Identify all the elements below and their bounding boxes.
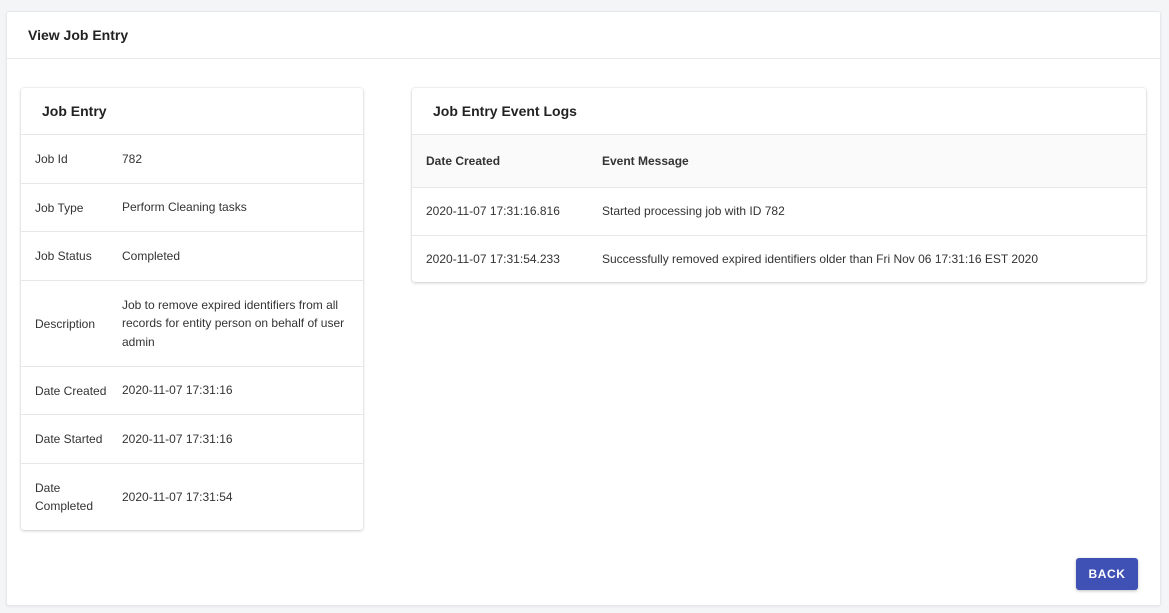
job-id-row: Job Id 782 <box>21 135 363 184</box>
table-header-row: Date Created Event Message <box>412 135 1146 187</box>
date-created-row: Date Created 2020-11-07 17:31:16 <box>21 367 363 415</box>
event-logs-table: Date Created Event Message 2020-11-07 17… <box>412 135 1146 283</box>
job-status-value: Completed <box>122 248 181 263</box>
job-entry-panel: Job Entry Job Id 782 Job Type Perform Cl… <box>21 88 363 530</box>
event-logs-panel: Job Entry Event Logs Date Created Event … <box>412 88 1146 282</box>
date-completed-row: Date Completed 2020-11-07 17:31:54 <box>21 464 363 530</box>
log-date-cell: 2020-11-07 17:31:16.816 <box>426 204 560 218</box>
page-title: View Job Entry <box>7 12 1160 59</box>
log-date-cell: 2020-11-07 17:31:54.233 <box>426 252 560 267</box>
column-header-event-message: Event Message <box>602 153 689 168</box>
job-type-row: Job Type Perform Cleaning tasks <box>21 184 363 232</box>
description-label: Description <box>35 316 96 331</box>
back-button[interactable]: BACK <box>1076 558 1138 590</box>
log-message-cell: Started processing job with ID 782 <box>602 204 785 218</box>
date-started-row: Date Started 2020-11-07 17:31:16 <box>21 415 363 464</box>
date-completed-value: 2020-11-07 17:31:54 <box>122 489 233 504</box>
date-created-value: 2020-11-07 17:31:16 <box>122 383 233 398</box>
table-row: 2020-11-07 17:31:16.816 Started processi… <box>412 187 1146 235</box>
column-header-date-created: Date Created <box>426 153 501 168</box>
description-value: Job to remove expired identifiers from a… <box>122 297 345 349</box>
job-status-row: Job Status Completed <box>21 232 363 281</box>
job-entry-title: Job Entry <box>21 88 363 135</box>
job-id-label: Job Id <box>35 152 68 166</box>
page-card: View Job Entry Job Entry Job Id 782 Job … <box>6 11 1161 606</box>
log-message-cell: Successfully removed expired identifiers… <box>602 252 1039 267</box>
date-completed-label: Date Completed <box>35 481 94 513</box>
event-logs-title: Job Entry Event Logs <box>412 88 1146 135</box>
job-type-label: Job Type <box>35 200 84 215</box>
job-id-value: 782 <box>122 151 143 166</box>
date-started-value: 2020-11-07 17:31:16 <box>122 431 233 446</box>
job-type-value: Perform Cleaning tasks <box>122 200 247 215</box>
date-created-label: Date Created <box>35 383 107 398</box>
date-started-label: Date Started <box>35 432 103 446</box>
job-status-label: Job Status <box>35 249 92 263</box>
table-row: 2020-11-07 17:31:54.233 Successfully rem… <box>412 235 1146 283</box>
description-row: Description Job to remove expired identi… <box>21 281 363 367</box>
